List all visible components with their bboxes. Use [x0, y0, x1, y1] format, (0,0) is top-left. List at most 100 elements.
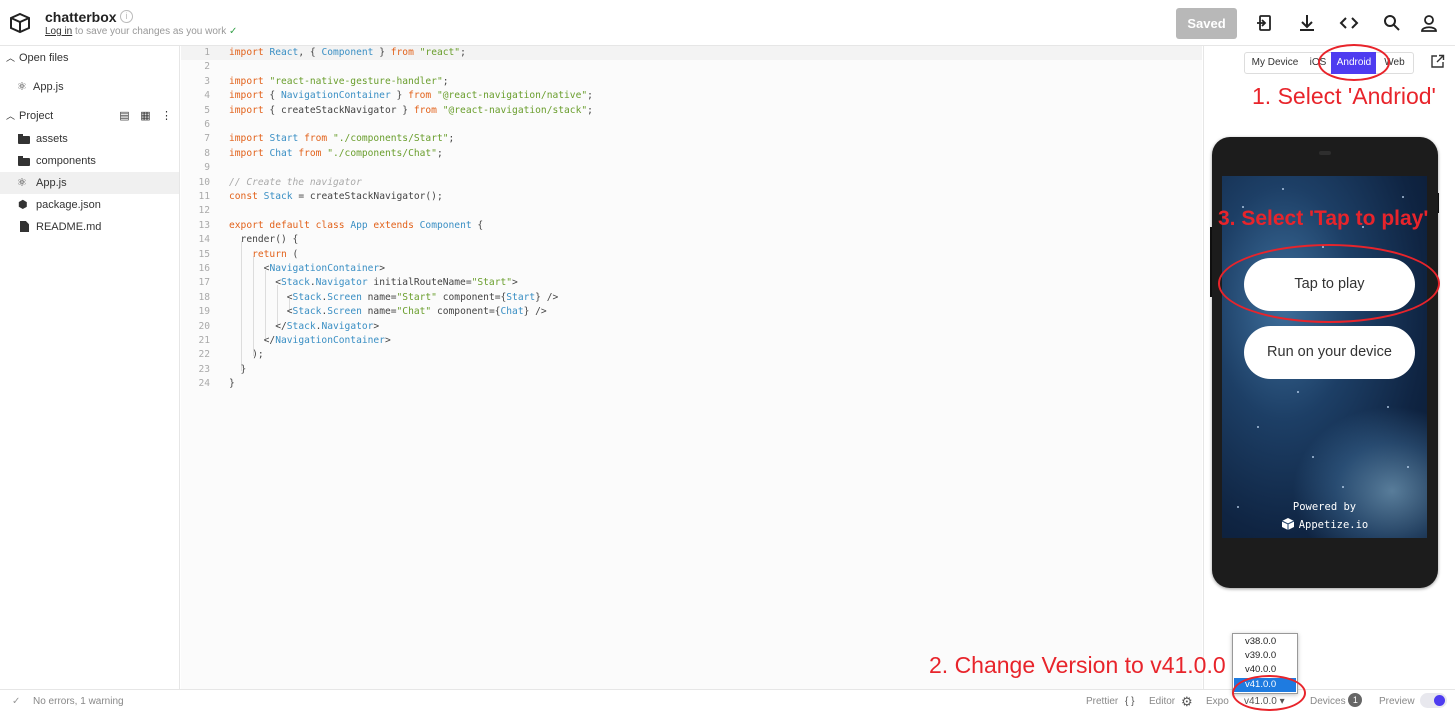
- line-number: 14: [198, 234, 210, 246]
- appetize-brand: Appetize.io: [1222, 517, 1427, 531]
- line-number: 1: [204, 47, 210, 58]
- embed-code-icon[interactable]: [1338, 12, 1360, 34]
- tree-item-label: assets: [36, 133, 68, 145]
- project-header[interactable]: ︿ Project: [0, 105, 179, 127]
- chevron-up-icon: ︿: [6, 53, 16, 63]
- line-number: 12: [198, 205, 210, 217]
- line-number: 8: [204, 147, 210, 159]
- open-file-item[interactable]: ⚛ App.js: [0, 76, 179, 98]
- code-line: 4 import { NavigationContainer } from "@r…: [181, 89, 1202, 103]
- annotation-step1: 1. Select 'Andriod': [1252, 83, 1436, 109]
- chevron-up-icon: ︿: [6, 111, 16, 121]
- tree-item-label: App.js: [36, 177, 67, 189]
- line-number: 18: [198, 291, 210, 303]
- search-icon[interactable]: [1381, 12, 1403, 34]
- code-line: 17 <Stack.Navigator initialRouteName="St…: [181, 276, 1202, 290]
- appetize-logo-icon: [1281, 518, 1294, 530]
- braces-icon[interactable]: { }: [1125, 690, 1134, 713]
- tree-item-label: package.json: [36, 199, 101, 211]
- package-icon: ⬢: [18, 199, 28, 211]
- react-file-icon: ⚛: [17, 81, 27, 93]
- project-title[interactable]: chatterbox: [45, 9, 117, 25]
- new-folder-icon[interactable]: ▦: [139, 110, 152, 123]
- tree-item-package-json[interactable]: ⬢ package.json: [0, 194, 179, 216]
- line-number: 23: [198, 363, 210, 375]
- editor-label[interactable]: Editor: [1149, 690, 1175, 713]
- devices-count-badge: 1: [1348, 693, 1363, 707]
- code-line: 2: [181, 60, 1202, 74]
- code-line: 7 import Start from "./components/Start";: [181, 132, 1202, 146]
- project-label: Project: [19, 110, 54, 122]
- run-on-device-button[interactable]: Run on your device: [1244, 326, 1415, 379]
- appetize-label: Appetize.io: [1298, 519, 1369, 531]
- line-number: 6: [204, 119, 210, 130]
- import-icon[interactable]: [1254, 12, 1276, 34]
- line-number: 4: [204, 90, 210, 102]
- line-number: 9: [204, 162, 210, 174]
- star: [1297, 391, 1299, 393]
- prettier-label[interactable]: Prettier: [1086, 690, 1118, 713]
- line-number: 22: [198, 349, 210, 361]
- tree-item-label: components: [36, 155, 96, 167]
- info-icon[interactable]: i: [120, 10, 133, 23]
- code-line: 15 return (: [181, 248, 1202, 262]
- line-number: 21: [198, 335, 210, 346]
- tree-item-components[interactable]: components: [0, 150, 179, 172]
- line-number: 2: [204, 61, 210, 73]
- code-line: 8 import Chat from "./components/Chat";: [181, 147, 1202, 161]
- more-options-icon[interactable]: ⋮: [160, 110, 173, 123]
- line-number: 3: [204, 75, 210, 87]
- code-line: 9: [181, 161, 1202, 175]
- code-line: 23 }: [181, 363, 1202, 377]
- gear-icon[interactable]: ⚙: [1181, 690, 1193, 713]
- expo-label: Expo: [1206, 696, 1229, 707]
- code-line: 6: [181, 118, 1202, 132]
- download-icon[interactable]: [1296, 12, 1318, 34]
- tree-item-readme[interactable]: README.md: [0, 216, 179, 238]
- folder-icon: [18, 134, 30, 144]
- new-file-icon[interactable]: ▤: [118, 110, 131, 123]
- login-link[interactable]: Log in: [45, 26, 72, 37]
- annotation-circle-tap: [1218, 244, 1440, 323]
- tree-item-app-js[interactable]: ⚛ App.js: [0, 172, 179, 194]
- open-files-header[interactable]: ︿ Open files: [0, 47, 179, 69]
- annotation-circle-android: [1318, 44, 1390, 81]
- tab-my-device[interactable]: My Device: [1244, 52, 1306, 74]
- user-icon[interactable]: [1418, 12, 1440, 34]
- devices-label[interactable]: Devices 1: [1310, 690, 1363, 713]
- line-number: 15: [198, 248, 210, 260]
- saved-button[interactable]: Saved: [1176, 8, 1237, 39]
- star: [1342, 486, 1344, 488]
- code-line: 14 render() {: [181, 233, 1202, 247]
- line-number: 24: [198, 378, 210, 390]
- phone-speaker: [1319, 151, 1331, 155]
- open-file-name: App.js: [33, 81, 64, 93]
- star: [1282, 188, 1284, 190]
- star: [1402, 196, 1404, 198]
- snack-logo-icon: [10, 12, 30, 34]
- line-number: 11: [198, 191, 210, 202]
- version-option[interactable]: v38.0.0: [1234, 635, 1296, 649]
- file-sidebar: ︿ Open files ⚛ App.js ︿ Project ▤ ▦ ⋮ as…: [0, 46, 180, 689]
- tree-item-assets[interactable]: assets: [0, 128, 179, 150]
- star: [1257, 426, 1259, 428]
- line-number: 5: [204, 104, 210, 116]
- open-files-label: Open files: [19, 52, 69, 64]
- line-number: 7: [204, 133, 210, 145]
- error-status[interactable]: No errors, 1 warning: [33, 690, 124, 713]
- version-option[interactable]: v39.0.0: [1234, 649, 1296, 663]
- react-file-icon: ⚛: [17, 177, 27, 189]
- code-line: 21 </NavigationContainer>: [181, 334, 1202, 348]
- file-icon: [20, 221, 29, 232]
- external-link-icon[interactable]: [1430, 54, 1445, 69]
- save-hint: Log in to save your changes as you work …: [45, 26, 237, 37]
- tree-item-label: README.md: [36, 221, 102, 233]
- powered-by-label: Powered by: [1292, 501, 1357, 513]
- folder-icon: [18, 156, 30, 166]
- code-line: 24}: [181, 377, 1202, 391]
- preview-toggle[interactable]: [1420, 693, 1447, 708]
- code-line: 13 export default class App extends Compo…: [181, 219, 1202, 233]
- code-editor[interactable]: 1 import React, { Component } from "react…: [181, 46, 1202, 689]
- annotation-step3: 3. Select 'Tap to play': [1218, 207, 1429, 230]
- preview-label: Preview: [1379, 696, 1415, 707]
